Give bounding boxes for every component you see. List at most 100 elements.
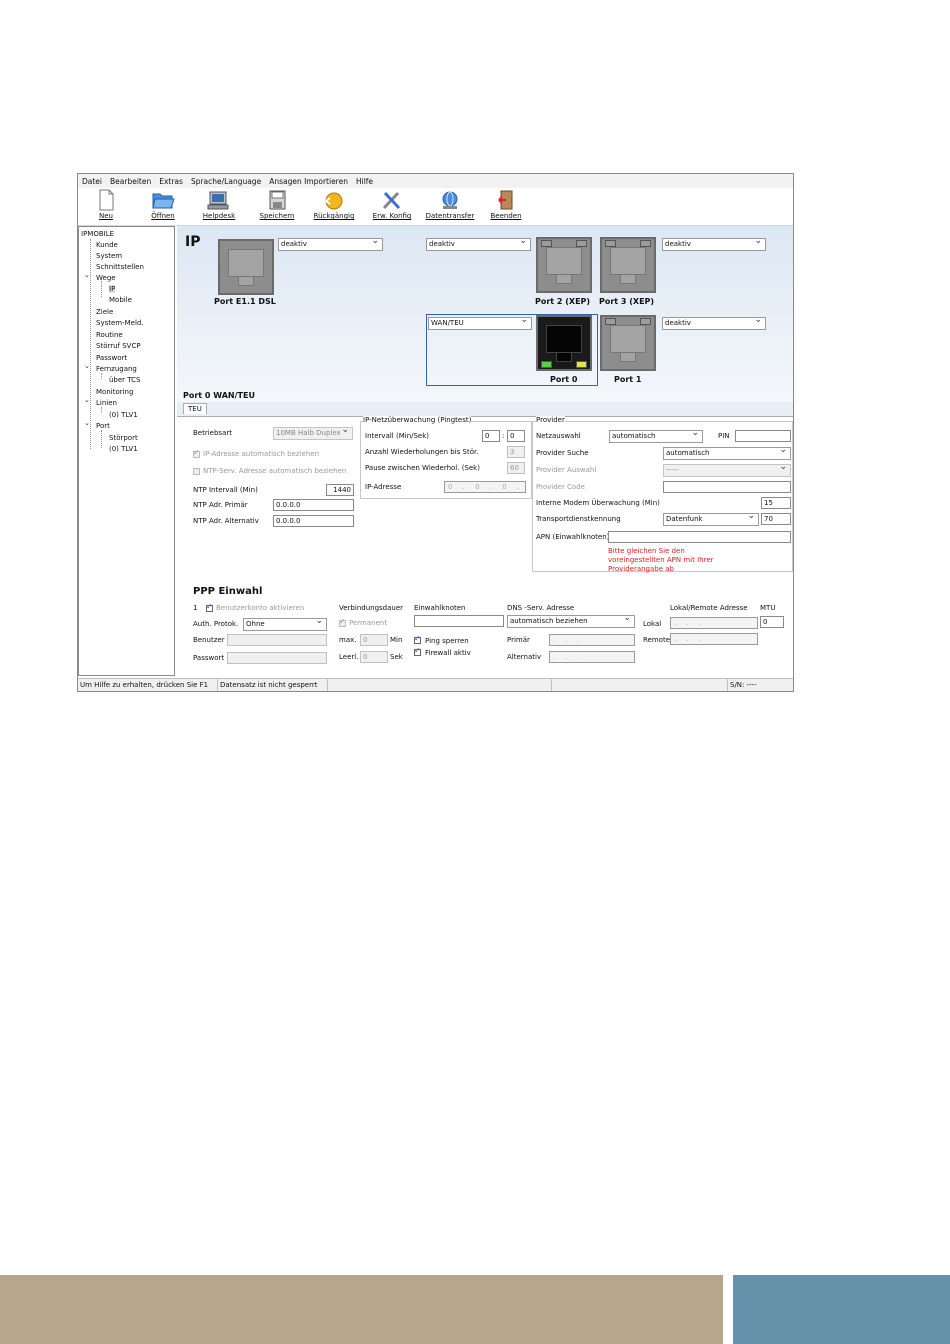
mtu-input[interactable]: 0 [760, 616, 784, 628]
transport-select[interactable]: Datenfunk [663, 513, 759, 526]
ping-ip-input[interactable]: 0 . 0 . 0 . 0 [444, 481, 526, 493]
tree-item-stoerport[interactable]: Störport [109, 433, 138, 443]
modem-input[interactable]: 15 [761, 497, 791, 509]
data-transfer-button[interactable]: Datentransfer [424, 189, 476, 225]
tab-teu[interactable]: TEU [183, 403, 207, 414]
tools-icon [382, 191, 401, 210]
ping-interval-sec-input[interactable]: 0 [507, 430, 525, 442]
provider-suche-select[interactable]: automatisch [663, 447, 791, 460]
new-button[interactable]: Neu [92, 189, 120, 225]
tree-item-routine[interactable]: Routine [96, 330, 123, 340]
menu-bearbeiten[interactable]: Bearbeiten [106, 177, 155, 186]
open-button[interactable]: Öffnen [149, 189, 177, 225]
advanced-config-button[interactable]: Erw. Konfig [370, 189, 414, 225]
ping-ip-label: IP-Adresse [365, 483, 402, 491]
port0-image[interactable] [536, 315, 592, 371]
tree-item-ziele[interactable]: Ziele [96, 307, 113, 317]
port1-select[interactable]: deaktiv [662, 317, 766, 330]
port-e11-image[interactable] [218, 239, 274, 295]
benutzer-input[interactable] [227, 634, 327, 646]
dns-primaer-label: Primär [507, 636, 530, 644]
remote-input[interactable]: . . . [670, 633, 758, 645]
permanent-checkbox[interactable] [339, 617, 346, 627]
port0-select[interactable]: WAN/TEU [428, 317, 532, 330]
port-e11-select[interactable]: deaktiv [278, 238, 383, 251]
betriebsart-select[interactable]: 10MB Halb Duplex [273, 427, 353, 440]
ntp-auto-checkbox[interactable] [193, 468, 200, 475]
tree-item-root[interactable]: IPMOBILE [81, 229, 114, 239]
chevron-down-icon[interactable]: ⌄ [84, 271, 90, 279]
port3-label: Port 3 (XEP) [599, 297, 655, 306]
auth-select[interactable]: Ohne [243, 618, 327, 631]
ip-auto-checkbox[interactable] [193, 448, 200, 458]
port3-select[interactable]: deaktiv [662, 238, 766, 251]
dns-primaer-input[interactable]: . . . [549, 634, 635, 646]
menu-extras[interactable]: Extras [155, 177, 187, 186]
tree-item-port[interactable]: Port [96, 421, 110, 431]
ntp-interval-input[interactable]: 1440 [326, 484, 354, 496]
tree-item-schnittstellen[interactable]: Schnittstellen [96, 262, 144, 272]
menu-hilfe[interactable]: Hilfe [352, 177, 377, 186]
lokal-input[interactable]: . . . [670, 617, 758, 629]
dns-select[interactable]: automatisch beziehen [507, 615, 635, 628]
tree-item-passwort[interactable]: Passwort [96, 353, 127, 363]
max-unit: Min [390, 636, 403, 644]
pin-input[interactable] [735, 430, 791, 442]
benutzerkonto-label: Benutzerkonto aktivieren [216, 604, 305, 612]
undo-icon [324, 192, 343, 210]
menu-sprache[interactable]: Sprache/Language [187, 177, 265, 186]
tree-item-port-tlv1[interactable]: (0) TLV1 [109, 444, 138, 454]
ping-repeat-input[interactable]: 3 [507, 446, 525, 458]
tree-item-stoerruf-svcp[interactable]: Störruf SVCP [96, 341, 141, 351]
apn-input[interactable] [608, 531, 791, 543]
chevron-down-icon[interactable]: ⌄ [84, 419, 90, 427]
passwort-input[interactable] [227, 652, 327, 664]
ping-interval-min-input[interactable]: 0 [482, 430, 500, 442]
chevron-down-icon[interactable]: ⌄ [84, 396, 90, 404]
undo-button[interactable]: Rückgängig [312, 189, 356, 225]
tree-item-mobile[interactable]: Mobile [109, 295, 132, 305]
ntp-primary-input[interactable]: 0.0.0.0 [273, 499, 354, 511]
tree-item-ip[interactable]: IP [109, 284, 116, 294]
port2-select[interactable]: deaktiv [426, 238, 531, 251]
ntp-alt-input[interactable]: 0.0.0.0 [273, 515, 354, 527]
ntp-alt-label: NTP Adr. Alternativ [193, 517, 259, 525]
remote-label: Remote [643, 636, 671, 644]
menu-datei[interactable]: Datei [78, 177, 106, 186]
tree-item-wege[interactable]: Wege [96, 273, 116, 283]
einwahlknoten-input[interactable] [414, 615, 504, 627]
ping-title: IP-Netzüberwachung (Pingtest) [363, 416, 472, 424]
save-button[interactable]: Speichern [259, 189, 295, 225]
helpdesk-button[interactable]: Helpdesk [202, 189, 236, 225]
provider-code-input[interactable] [663, 481, 791, 493]
menu-ansagen-importieren[interactable]: Ansagen Importieren [265, 177, 352, 186]
port1-image[interactable] [600, 315, 656, 371]
tree-item-system-meld[interactable]: System-Meld. [96, 318, 144, 328]
tree-item-linien[interactable]: Linien [96, 398, 117, 408]
tree-item-fernzugang[interactable]: Fernzugang [96, 364, 137, 374]
port-e11-label: Port E1.1 DSL [214, 297, 276, 306]
benutzerkonto-checkbox[interactable] [206, 602, 213, 612]
max-input[interactable]: 0 [360, 634, 388, 646]
ping-interval-label: Intervall (Min/Sek) [365, 432, 430, 440]
tree-item-kunde[interactable]: Kunde [96, 240, 118, 250]
status-help: Um Hilfe zu erhalten, drücken Sie F1 [78, 679, 218, 691]
chevron-down-icon[interactable]: ⌄ [84, 362, 90, 370]
ping-sperren-checkbox[interactable] [414, 634, 421, 644]
transport-input[interactable]: 70 [761, 513, 791, 525]
save-icon [269, 190, 286, 210]
tree-item-linien-tlv1[interactable]: (0) TLV1 [109, 410, 138, 420]
netzauswahl-select[interactable]: automatisch [609, 430, 703, 443]
port3-image[interactable] [600, 237, 656, 293]
firewall-checkbox[interactable] [414, 646, 421, 656]
leerlauf-input[interactable]: 0 [360, 651, 388, 663]
tree-item-ueber-tcs[interactable]: über TCS [109, 375, 141, 385]
exit-button[interactable]: Beenden [488, 189, 524, 225]
port2-image[interactable] [536, 237, 592, 293]
provider-auswahl-select[interactable]: ----- [663, 464, 791, 477]
dns-alternativ-input[interactable]: . . . [549, 651, 635, 663]
tree-item-monitoring[interactable]: Monitoring [96, 387, 133, 397]
navigation-tree: IPMOBILE Kunde System Schnittstellen ⌄ W… [78, 226, 175, 676]
tree-item-system[interactable]: System [96, 251, 122, 261]
ping-pause-input[interactable]: 60 [507, 462, 525, 474]
